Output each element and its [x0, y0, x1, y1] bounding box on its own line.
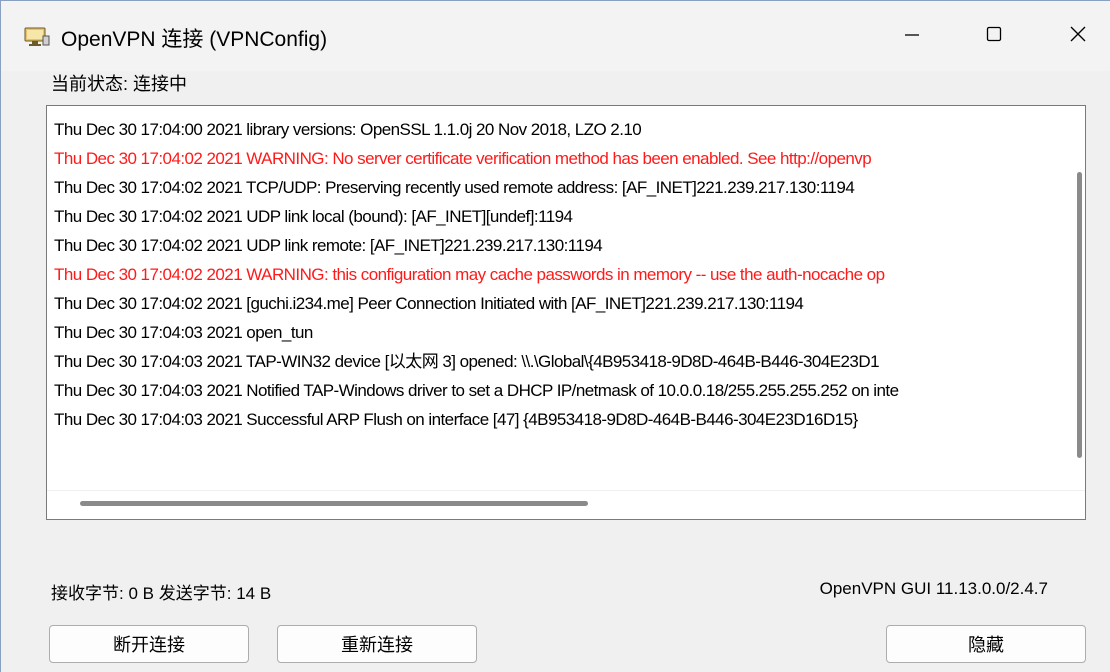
log-line: Thu Dec 30 17:04:03 2021 open_tun — [54, 323, 313, 342]
minimize-icon — [903, 25, 921, 48]
status-label: 当前状态: — [51, 74, 129, 94]
maximize-button[interactable] — [951, 1, 1037, 71]
version-label: OpenVPN GUI 11.13.0.0/2.4.7 — [819, 579, 1048, 598]
openvpn-connection-window: OpenVPN 连接 (VPNConfig) 当前状态: 连接中 Thu Dec… — [0, 0, 1110, 672]
log-line-warning: Thu Dec 30 17:04:02 2021 WARNING: this c… — [54, 265, 885, 284]
hide-button[interactable]: 隐藏 — [886, 625, 1086, 663]
close-button[interactable] — [1035, 1, 1110, 71]
disconnect-button[interactable]: 断开连接 — [49, 625, 249, 663]
minimize-button[interactable] — [869, 1, 955, 71]
log-line-warning: Thu Dec 30 17:04:02 2021 WARNING: No ser… — [54, 149, 872, 168]
received-bytes-label: 接收字节: — [51, 584, 124, 603]
log-line: Thu Dec 30 17:04:02 2021 UDP link remote… — [54, 236, 603, 255]
log-lines: Thu Dec 30 17:04:00 2021 library version… — [54, 115, 1064, 434]
sent-bytes-label: 发送字节: — [158, 584, 232, 603]
close-icon — [1069, 25, 1087, 48]
vertical-scroll-thumb[interactable] — [1077, 172, 1082, 458]
status-value: 连接中 — [133, 74, 188, 94]
log-line: Thu Dec 30 17:04:03 2021 Notified TAP-Wi… — [54, 381, 899, 400]
log-line: Thu Dec 30 17:04:02 2021 [guchi.i234.me]… — [54, 294, 804, 313]
log-line: Thu Dec 30 17:04:03 2021 TAP-WIN32 devic… — [54, 352, 880, 371]
horizontal-scrollbar[interactable] — [47, 490, 1085, 519]
sent-bytes-value: 14 B — [236, 584, 272, 603]
log-textarea[interactable]: Thu Dec 30 17:04:00 2021 library version… — [46, 105, 1086, 520]
horizontal-scroll-thumb[interactable] — [80, 501, 588, 506]
byte-counters: 接收字节: 0 B 发送字节: 14 B — [51, 579, 271, 604]
log-line: Thu Dec 30 17:04:02 2021 TCP/UDP: Preser… — [54, 178, 855, 197]
monitor-network-icon — [24, 27, 50, 47]
received-bytes-value: 0 B — [128, 584, 154, 603]
maximize-icon — [985, 25, 1003, 48]
connection-status: 当前状态: 连接中 — [51, 70, 187, 96]
title-bar[interactable]: OpenVPN 连接 (VPNConfig) — [1, 1, 1110, 71]
log-line: Thu Dec 30 17:04:02 2021 UDP link local … — [54, 207, 573, 226]
reconnect-button[interactable]: 重新连接 — [277, 625, 477, 663]
log-line: Thu Dec 30 17:04:03 2021 Successful ARP … — [54, 410, 858, 429]
window-title: OpenVPN 连接 (VPNConfig) — [61, 28, 328, 51]
vertical-scrollbar[interactable] — [1061, 106, 1085, 492]
log-line: Thu Dec 30 17:04:00 2021 library version… — [54, 120, 642, 139]
